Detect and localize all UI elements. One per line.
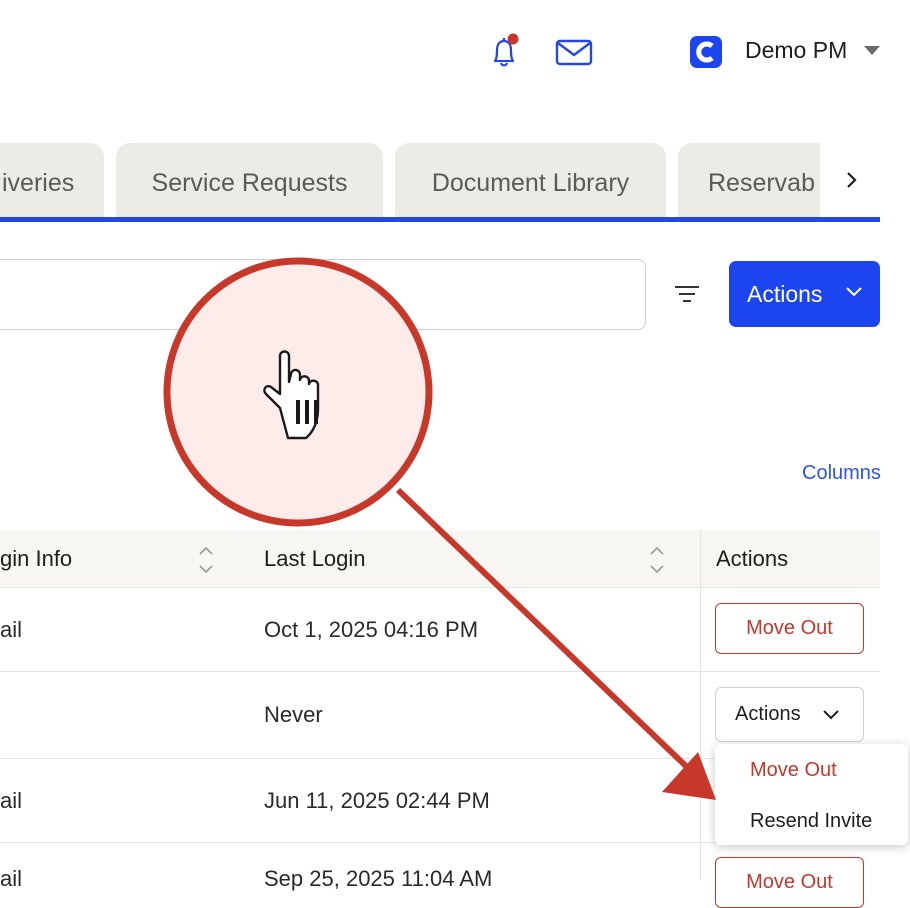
tab-label: Document Library xyxy=(431,169,630,197)
sort-icon[interactable] xyxy=(199,546,213,574)
notification-bell-icon[interactable] xyxy=(484,32,524,72)
columns-link[interactable]: Columns xyxy=(802,462,881,485)
cell-last-login: Oct 1, 2025 04:16 PM xyxy=(264,617,479,642)
cell-last-login: Sep 25, 2025 11:04 AM xyxy=(264,866,493,891)
sort-icon[interactable] xyxy=(650,546,664,574)
move-out-button[interactable]: Move Out xyxy=(715,603,864,654)
caret-down-icon[interactable] xyxy=(864,46,880,55)
row-divider xyxy=(0,671,880,672)
hand-cursor-icon xyxy=(263,350,320,440)
cell-login-info: ail xyxy=(0,788,23,813)
search-input[interactable] xyxy=(0,259,646,330)
tab-label: Reservab xyxy=(708,169,815,197)
chevron-down-icon xyxy=(823,710,839,720)
active-tab-underline xyxy=(0,217,880,222)
move-out-button[interactable]: Move Out xyxy=(715,857,864,908)
actions-button-label: Actions xyxy=(747,281,823,307)
tab-service-requests[interactable]: Service Requests xyxy=(116,143,383,217)
actions-column-divider xyxy=(700,530,701,880)
column-header-actions: Actions xyxy=(716,546,789,571)
app-logo-icon xyxy=(690,36,722,68)
column-header-login-info[interactable]: gin Info xyxy=(0,546,72,572)
tab-document-library[interactable]: Document Library xyxy=(395,143,666,217)
tab-reservables[interactable]: Reservab xyxy=(678,143,820,217)
column-header-last-login[interactable]: Last Login xyxy=(264,546,366,572)
chevron-down-icon xyxy=(846,287,862,297)
filter-icon[interactable] xyxy=(672,282,702,306)
row-actions-label: Actions xyxy=(735,703,801,725)
cell-login-info: ail xyxy=(0,866,23,891)
mail-icon[interactable] xyxy=(554,36,594,68)
tab-label: Service Requests xyxy=(151,169,348,197)
row-actions-menu: Move Out Resend Invite xyxy=(715,744,908,845)
tab-label: iveries xyxy=(2,169,75,197)
menu-item-move-out[interactable]: Move Out xyxy=(750,759,837,782)
menu-item-resend-invite[interactable]: Resend Invite xyxy=(750,810,872,833)
tab-deliveries[interactable]: iveries xyxy=(0,143,104,217)
cell-login-info: ail xyxy=(0,617,23,642)
cell-last-login: Jun 11, 2025 02:44 PM xyxy=(264,788,490,813)
actions-button[interactable]: Actions xyxy=(729,261,880,327)
user-name[interactable]: Demo PM xyxy=(745,37,847,64)
row-actions-button[interactable]: Actions xyxy=(715,687,864,742)
cell-last-login: Never xyxy=(264,702,323,727)
chevron-right-icon[interactable] xyxy=(842,170,862,190)
annotation-arrowhead xyxy=(662,752,716,800)
